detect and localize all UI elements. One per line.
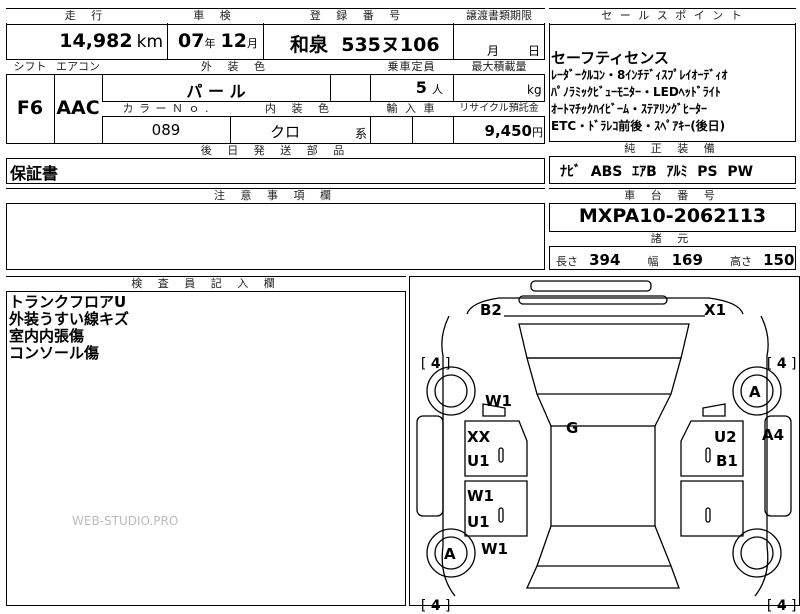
length-label: 長さ — [556, 255, 578, 268]
capacity-value: 5 人 — [415, 78, 443, 97]
mark-w1-bot: W1 — [481, 540, 508, 558]
registration-label: 登 録 番 号 — [263, 9, 453, 23]
mileage-label: 走 行 — [6, 9, 167, 23]
mark-w1-mid: W1 — [467, 487, 494, 505]
interior-color-suffix: 系 — [355, 127, 368, 141]
aircon-label: エアコン — [54, 60, 102, 74]
standard-equipment-label: 純 正 装 備 — [549, 142, 796, 156]
interior-color-value: クロ — [270, 123, 301, 141]
inspector-notes: トランクフロアU 外装うすい線キズ 室内内張傷 コンソール傷 — [9, 294, 129, 362]
height-label: 高さ — [730, 255, 752, 268]
mark-b2: B2 — [480, 301, 502, 319]
max-load-label: 最大積載量 — [453, 60, 545, 74]
dimensions-values: 長さ 394 幅 169 高さ 150 — [556, 250, 794, 269]
later-parts-value: 保証書 — [10, 164, 59, 183]
roof-panel — [550, 425, 656, 527]
rear-right-door — [680, 480, 744, 537]
max-load-unit: kg — [527, 83, 542, 97]
mileage-value: 14,982 km — [59, 30, 163, 52]
sales-points-label: セ ー ル ス ポ イ ン ト — [549, 9, 796, 23]
wheel-rear-right — [732, 528, 782, 578]
sales-point-line: ｵｰﾄﾏﾁｯｸﾊｲﾋﾞｰﾑ・ｽﾃｱﾘﾝｸﾞﾋｰﾀｰ — [551, 102, 708, 116]
inspector-note: 室内内張傷 — [9, 327, 85, 345]
mark-u1-b: U1 — [467, 513, 490, 531]
sales-point-line: ETC・ﾄﾞﾗﾚｺ前後・ｽﾍﾟｱｷｰ(後日) — [551, 119, 726, 133]
mark-u2: U2 — [714, 428, 737, 446]
mark-xx: XX — [467, 428, 491, 446]
tire-front-left: [ 4 ] — [420, 356, 451, 372]
door-handle-rr — [705, 507, 711, 523]
chassis-label: 車 台 番 号 — [549, 189, 796, 203]
sales-points-list: セーフティセンス ﾚｰﾀﾞｰｸﾙｺﾝ・8ｲﾝﾁﾃﾞｨｽﾌﾟﾚｲｵｰﾃﾞｨｵ ﾊﾟ… — [551, 50, 796, 135]
sales-point-line: ﾊﾟﾉﾗﾐｯｸﾋﾞｭｰﾓﾆﾀｰ・LEDﾍｯﾄﾞﾗｲﾄ — [551, 85, 721, 99]
mark-u1-a: U1 — [467, 452, 490, 470]
inspector-note: トランクフロアU — [9, 293, 127, 311]
door-handle-fl — [498, 447, 504, 463]
door-handle-fr — [705, 447, 711, 463]
chassis-value: MXPA10-2062113 — [578, 205, 767, 227]
tire-rear-right: [ 4 ] — [766, 598, 797, 614]
dimensions-label: 諸 元 — [549, 232, 796, 246]
front-bumper-lower — [518, 295, 668, 305]
mark-a-left: A — [444, 545, 456, 563]
tire-rear-left: [ 4 ] — [420, 598, 451, 614]
mark-a-right: A — [749, 383, 761, 401]
front-bumper-top — [530, 280, 652, 292]
exterior-color-label: 外 装 色 — [102, 60, 370, 74]
mark-w1-top: W1 — [485, 392, 512, 410]
sales-point-line: ﾚｰﾀﾞｰｸﾙｺﾝ・8ｲﾝﾁﾃﾞｨｽﾌﾟﾚｲｵｰﾃﾞｨｵ — [551, 68, 728, 82]
pillar-lines — [536, 393, 672, 567]
sales-point-line: セーフティセンス — [551, 49, 669, 67]
watermark: WEB-STUDIO.PRO — [72, 514, 179, 528]
length-value: 394 — [589, 251, 621, 269]
transfer-day-unit: 日 — [528, 44, 541, 58]
body-front-outline — [466, 297, 744, 315]
inspection-label: 車 検 — [167, 9, 263, 23]
shift-label: シフト — [6, 60, 54, 74]
import-label: 輸 入 車 — [370, 102, 453, 116]
hood-panel — [518, 323, 690, 359]
mark-x1: X1 — [704, 301, 727, 319]
capacity-label: 乗車定員 — [370, 60, 453, 74]
height-value: 150 — [763, 251, 795, 269]
transfer-deadline-label: 譲渡書類期限 — [453, 9, 545, 23]
wheel-front-left — [426, 366, 476, 416]
color-no-value: 089 — [151, 121, 181, 139]
recycle-label: リサイクル預託金 — [453, 102, 545, 116]
mark-a4: A4 — [762, 426, 785, 444]
color-no-label: カ ラ ー Ｎ ｏ . — [102, 102, 230, 116]
left-sill — [416, 415, 444, 517]
inspector-note: コンソール傷 — [9, 344, 100, 362]
exterior-color-value: パ ー ル — [186, 82, 246, 101]
rear-window — [525, 565, 680, 589]
standard-equipment-value: ﾅﾋﾞ ABS ｴｱB ｱﾙﾐ PS PW — [560, 164, 754, 180]
width-value: 169 — [671, 251, 703, 269]
transfer-month-unit: 月 — [487, 44, 500, 58]
windshield — [526, 357, 682, 395]
right-mirror — [702, 403, 726, 417]
inspection-value: 07年 12月 — [178, 30, 258, 52]
mark-b1: B1 — [716, 452, 738, 470]
registration-value: 和泉 535ヌ106 — [290, 34, 440, 56]
recycle-value: 9,450円 — [484, 122, 543, 140]
inspector-note: 外装うすい線キズ — [9, 310, 130, 328]
mark-g: G — [566, 419, 579, 437]
door-handle-rl — [498, 507, 504, 523]
tire-front-right: [ 4 ] — [766, 356, 797, 372]
aircon-value: AAC — [56, 97, 100, 119]
width-label: 幅 — [647, 255, 659, 268]
interior-color-label: 内 装 色 — [230, 102, 370, 116]
caution-label: 注 意 事 項 欄 — [6, 189, 545, 203]
later-parts-label: 後 日 発 送 部 品 — [6, 144, 545, 158]
shift-value: F6 — [16, 97, 44, 119]
inspector-label: 検 査 員 記 入 欄 — [6, 277, 406, 291]
